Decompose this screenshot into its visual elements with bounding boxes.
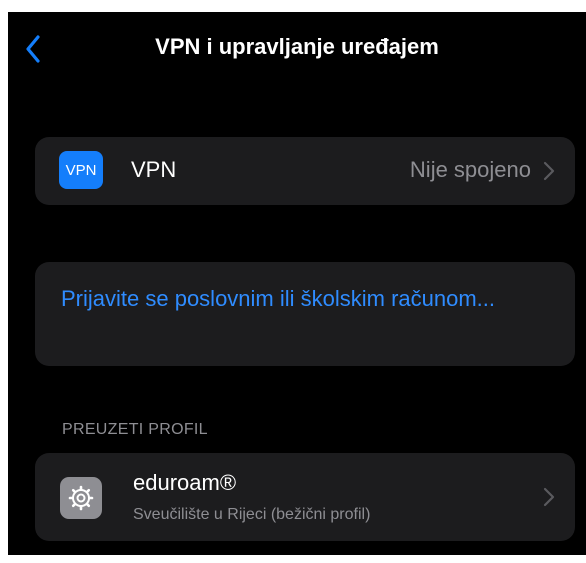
chevron-right-icon [543, 161, 555, 181]
sign-in-work-school-account-button[interactable]: Prijavite se poslovnim ili školskim raču… [35, 262, 575, 366]
profile-subtitle: Sveučilište u Rijeci (bežični profil) [133, 506, 371, 523]
section-header-downloaded-profile: PREUZETI PROFIL [62, 421, 208, 438]
gear-icon [60, 477, 102, 519]
navigation-bar: VPN i upravljanje uređajem [8, 12, 586, 84]
page-title: VPN i upravljanje uređajem [155, 34, 439, 59]
screen: VPN i upravljanje uređajem VPN VPN Nije … [8, 12, 586, 555]
profile-name: eduroam® [133, 470, 237, 495]
chevron-left-icon [26, 35, 40, 63]
vpn-status: Nije spojeno [409, 157, 531, 182]
vpn-badge-icon: VPN [59, 151, 103, 189]
downloaded-profile-row[interactable]: eduroam® Sveučilište u Rijeci (bežični p… [35, 453, 575, 541]
back-button[interactable] [18, 32, 48, 66]
vpn-label: VPN [131, 157, 177, 182]
chevron-right-icon [543, 487, 555, 507]
vpn-row[interactable]: VPN VPN Nije spojeno [35, 137, 575, 205]
sign-in-label: Prijavite se poslovnim ili školskim raču… [61, 286, 496, 311]
